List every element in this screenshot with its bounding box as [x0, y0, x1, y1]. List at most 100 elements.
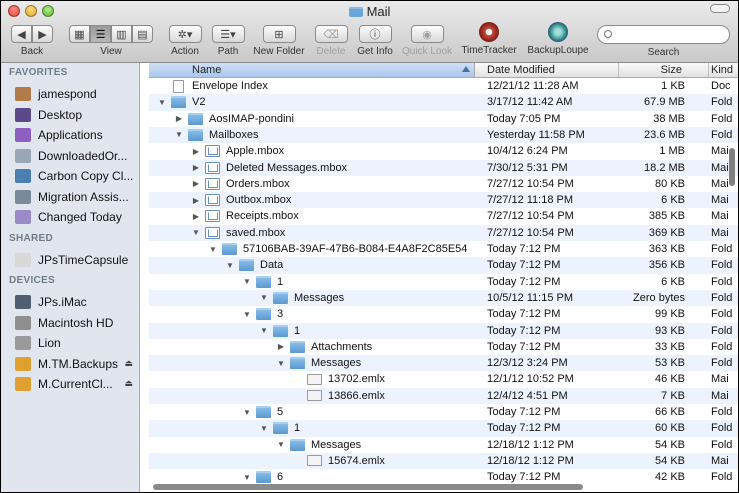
- table-row[interactable]: ▶ AosIMAP-pondini Today 7:05 PM 38 MB Fold: [149, 111, 738, 127]
- horizontal-scrollbar[interactable]: [149, 483, 589, 491]
- disclosure-open-icon[interactable]: ▼: [276, 440, 286, 450]
- disclosure-open-icon[interactable]: ▼: [225, 260, 235, 270]
- table-row[interactable]: ▼ Data Today 7:12 PM 356 KB Fold: [149, 257, 738, 274]
- get-info-button[interactable]: ⓘ Get Info: [355, 25, 395, 57]
- table-row[interactable]: 15674.emlx 12/18/12 1:12 PM 54 KB Mai: [149, 452, 738, 470]
- sidebar-item[interactable]: jamespond: [15, 85, 139, 103]
- quick-look-button[interactable]: ◉ Quick Look: [400, 25, 454, 57]
- disclosure-open-icon[interactable]: ▼: [242, 309, 252, 319]
- timetracker-button[interactable]: TimeTracker: [460, 22, 518, 56]
- table-row[interactable]: 13866.emlx 12/4/12 4:51 PM 7 KB Mai: [149, 387, 738, 404]
- disclosure-open-icon[interactable]: ▼: [242, 277, 252, 287]
- search-input[interactable]: [597, 25, 730, 44]
- backuploupe-button[interactable]: BackupLoupe: [525, 22, 591, 56]
- path-icon[interactable]: ☰▾: [211, 25, 245, 43]
- table-row[interactable]: ▼ 1 Today 7:12 PM 93 KB Fold: [149, 322, 738, 339]
- eye-icon[interactable]: ◉: [410, 25, 444, 43]
- table-row[interactable]: ▶ Outbox.mbox 7/27/12 11:18 PM 6 KB Mai: [149, 192, 738, 209]
- disclosure-open-icon[interactable]: ▼: [259, 326, 269, 336]
- sidebar-item[interactable]: Changed Today: [15, 208, 139, 226]
- date-modified-cell: 10/5/12 11:15 PM: [487, 291, 574, 304]
- disclosure-open-icon[interactable]: ▼: [242, 407, 252, 417]
- gear-icon[interactable]: ✲▾: [168, 25, 202, 43]
- eject-icon[interactable]: ⏏: [124, 378, 133, 389]
- sidebar-item[interactable]: DownloadedOr...: [15, 147, 139, 165]
- date-modified-cell: Today 7:05 PM: [487, 112, 561, 125]
- list-view-icon[interactable]: ☰: [90, 25, 111, 43]
- sidebar-item[interactable]: JPsTimeCapsule: [15, 251, 139, 269]
- sidebar-item-label: Applications: [38, 128, 103, 142]
- icon-view-icon[interactable]: ▦: [69, 25, 90, 43]
- table-row[interactable]: ▼ Messages 10/5/12 11:15 PM Zero bytes Fold: [149, 289, 738, 307]
- sidebar-item[interactable]: Desktop: [15, 106, 139, 124]
- new-folder-icon[interactable]: ⊞: [262, 25, 296, 43]
- vertical-scrollbar[interactable]: [728, 78, 736, 489]
- backuploupe-icon[interactable]: [548, 22, 568, 42]
- disclosure-closed-icon[interactable]: ▶: [191, 179, 201, 189]
- disclosure-open-icon[interactable]: ▼: [191, 228, 201, 238]
- disclosure-closed-icon[interactable]: ▶: [191, 211, 201, 221]
- file-name: 15674.emlx: [328, 454, 385, 467]
- disclosure-open-icon[interactable]: ▼: [276, 358, 286, 368]
- sidebar-item[interactable]: Migration Assis...: [15, 188, 139, 206]
- table-row[interactable]: ▼ 1 Today 7:12 PM 60 KB Fold: [149, 420, 738, 437]
- path-control[interactable]: ☰▾ Path: [211, 25, 245, 57]
- table-row[interactable]: ▼ Messages 12/18/12 1:12 PM 54 KB Fold: [149, 437, 738, 453]
- eject-icon[interactable]: ⏏: [124, 358, 133, 369]
- cover-flow-icon[interactable]: ▤: [132, 25, 153, 43]
- column-view-icon[interactable]: ▥: [111, 25, 132, 43]
- sidebar-item[interactable]: Carbon Copy Cl...: [15, 167, 139, 185]
- new-folder-button[interactable]: ⊞ New Folder: [252, 25, 306, 57]
- info-icon[interactable]: ⓘ: [358, 25, 392, 43]
- sidebar-item[interactable]: JPs.iMac: [15, 293, 139, 311]
- column-header-name[interactable]: Name: [149, 63, 475, 77]
- back-arrow-icon[interactable]: ◀: [11, 25, 32, 43]
- file-name: Orders.mbox: [226, 177, 290, 190]
- disclosure-closed-icon[interactable]: ▶: [191, 163, 201, 173]
- sidebar-item[interactable]: M.CurrentCl... ⏏: [15, 375, 139, 393]
- table-row[interactable]: ▼ 57106BAB-39AF-47B6-B084-E4A8F2C85E54 Tod…: [149, 241, 738, 257]
- name-cell: 13702.emlx: [293, 371, 385, 387]
- sidebar-item[interactable]: Applications: [15, 126, 139, 144]
- folder-icon: [171, 96, 186, 109]
- disclosure-closed-icon[interactable]: ▶: [191, 195, 201, 205]
- table-row[interactable]: ▼ Mailboxes Yesterday 11:58 PM 23.6 MB Fold: [149, 126, 738, 144]
- table-row[interactable]: ▶ Orders.mbox 7/27/12 10:54 PM 80 KB Mai: [149, 176, 738, 192]
- column-header-kind[interactable]: Kind: [709, 63, 738, 77]
- table-row[interactable]: ▼ 3 Today 7:12 PM 99 KB Fold: [149, 306, 738, 322]
- table-row[interactable]: ▶ Attachments Today 7:12 PM 33 KB Fold: [149, 339, 738, 355]
- disclosure-open-icon[interactable]: ▼: [259, 423, 269, 433]
- table-row[interactable]: 13702.emlx 12/1/12 10:52 PM 46 KB Mai: [149, 371, 738, 387]
- disclosure-open-icon[interactable]: ▼: [242, 472, 252, 482]
- toolbar-toggle-button[interactable]: [710, 4, 730, 13]
- action-control[interactable]: ✲▾ Action: [167, 25, 203, 57]
- column-header-date[interactable]: Date Modified: [475, 63, 619, 77]
- disclosure-closed-icon[interactable]: ▶: [191, 146, 201, 156]
- forward-arrow-icon[interactable]: ▶: [32, 25, 53, 43]
- table-row[interactable]: ▼ Messages 12/3/12 3:24 PM 53 KB Fold: [149, 355, 738, 372]
- delete-button[interactable]: ⌫ Delete: [313, 25, 349, 57]
- timetracker-icon[interactable]: [479, 22, 499, 42]
- table-row[interactable]: ▼ V2 3/17/12 11:42 AM 67.9 MB Fold: [149, 94, 738, 111]
- sidebar-item[interactable]: M.TM.Backups ⏏: [15, 355, 139, 373]
- disclosure-open-icon[interactable]: ▼: [157, 97, 167, 107]
- sidebar-item[interactable]: Macintosh HD: [15, 314, 139, 332]
- table-row[interactable]: ▶ Deleted Messages.mbox 7/30/12 5:31 PM 18.…: [149, 159, 738, 176]
- disclosure-open-icon[interactable]: ▼: [259, 293, 269, 303]
- disclosure-open-icon[interactable]: ▼: [174, 130, 184, 140]
- table-row[interactable]: ▼ 1 Today 7:12 PM 6 KB Fold: [149, 274, 738, 290]
- trash-icon[interactable]: ⌫: [314, 25, 348, 43]
- disclosure-closed-icon[interactable]: ▶: [174, 114, 184, 124]
- disclosure-closed-icon[interactable]: ▶: [276, 342, 286, 352]
- table-row[interactable]: Envelope Index 12/21/12 11:28 AM 1 KB Doc: [149, 78, 738, 94]
- mailbox-icon: [205, 161, 220, 174]
- table-row[interactable]: ▶ Apple.mbox 10/4/12 6:24 PM 1 MB Mai: [149, 143, 738, 159]
- disclosure-open-icon[interactable]: ▼: [208, 244, 218, 254]
- horizontal-scroll-thumb[interactable]: [153, 484, 583, 490]
- vertical-scroll-thumb[interactable]: [729, 148, 735, 186]
- table-row[interactable]: ▶ Receipts.mbox 7/27/12 10:54 PM 385 KB Mai: [149, 208, 738, 224]
- table-row[interactable]: ▼ saved.mbox 7/27/12 10:54 PM 369 KB Mai: [149, 224, 738, 241]
- column-header-size[interactable]: Size: [619, 63, 709, 77]
- table-row[interactable]: ▼ 5 Today 7:12 PM 66 KB Fold: [149, 404, 738, 420]
- sidebar-item[interactable]: Lion: [15, 334, 139, 352]
